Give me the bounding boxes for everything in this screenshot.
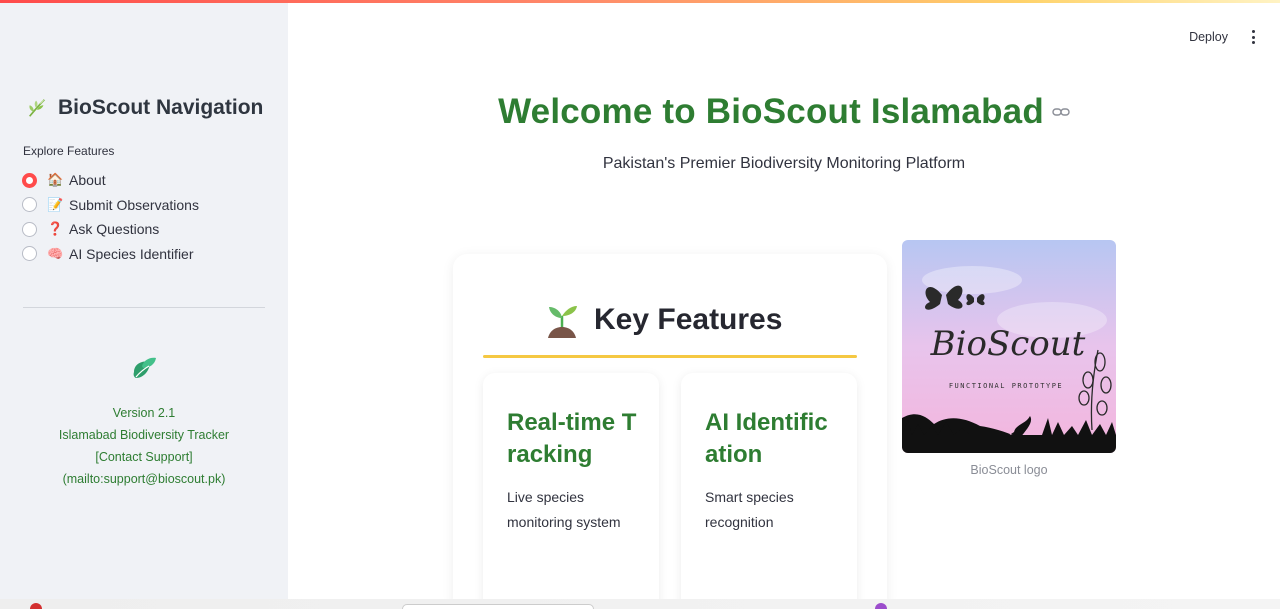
sidebar-header: BioScout Navigation bbox=[26, 96, 263, 120]
version-text: Version 2.1 bbox=[112, 406, 176, 420]
radio-button[interactable] bbox=[22, 197, 37, 213]
bottom-red-indicator bbox=[30, 603, 42, 609]
bottom-input-pill[interactable] bbox=[402, 604, 594, 609]
more-options-icon[interactable] bbox=[1246, 28, 1260, 46]
feature-radio-group: 🏠 About 📝 Submit Observations ❓ Ask Ques… bbox=[22, 168, 199, 266]
feature-card-realtime-tracking: Real-time Tracking Live species monitori… bbox=[483, 373, 659, 609]
explore-features-label: Explore Features bbox=[23, 144, 115, 158]
feature-title: AI Identification bbox=[705, 409, 828, 468]
tracker-text: Islamabad Biodiversity Tracker bbox=[58, 428, 230, 442]
nav-option-ai-species-identifier[interactable]: 🧠 AI Species Identifier bbox=[22, 242, 199, 267]
nav-option-label: Ask Questions bbox=[69, 221, 160, 238]
anchor-link-icon[interactable] bbox=[1052, 106, 1070, 118]
top-decoration-stripe bbox=[0, 0, 1280, 3]
logo-caption: BioScout logo bbox=[970, 463, 1048, 477]
sidebar: BioScout Navigation Explore Features 🏠 A… bbox=[0, 0, 288, 609]
page-title-container: Welcome to BioScout Islamabad bbox=[288, 92, 1280, 132]
memo-icon: 📝 bbox=[47, 196, 64, 212]
feature-description: Live species monitoring system bbox=[507, 489, 621, 530]
page-subtitle: Pakistan's Premier Biodiversity Monitori… bbox=[602, 155, 966, 172]
feature-title: Real-time Tracking bbox=[507, 409, 637, 468]
mailto-text: (mailto:support@bioscout.pk) bbox=[62, 472, 226, 486]
nav-option-label: Submit Observations bbox=[69, 196, 199, 213]
question-mark-icon: ❓ bbox=[47, 221, 64, 237]
nav-option-about[interactable]: 🏠 About bbox=[22, 168, 199, 193]
leaf-logo-icon bbox=[133, 357, 156, 378]
nav-option-ask-questions[interactable]: ❓ Ask Questions bbox=[22, 217, 199, 242]
bottom-purple-indicator bbox=[875, 603, 887, 609]
key-features-header: Key Features bbox=[544, 300, 782, 340]
feature-card-ai-identification: AI Identification Smart species recognit… bbox=[681, 373, 857, 609]
nav-option-submit-observations[interactable]: 📝 Submit Observations bbox=[22, 193, 199, 218]
page-title-text: Welcome to BioScout Islamabad bbox=[498, 92, 1044, 131]
radio-button[interactable] bbox=[22, 246, 37, 262]
bottom-edge-bar bbox=[0, 599, 1280, 609]
radio-button-selected[interactable] bbox=[22, 172, 37, 188]
logo-artwork: BioScout FUNCTIONAL PROTOTYPE bbox=[902, 240, 1116, 453]
radio-button[interactable] bbox=[22, 221, 37, 237]
top-toolbar: Deploy bbox=[1189, 28, 1260, 46]
nav-option-label: About bbox=[69, 172, 106, 189]
herb-icon bbox=[29, 99, 45, 117]
logo-tagline: FUNCTIONAL PROTOTYPE bbox=[949, 382, 1063, 390]
seedling-icon bbox=[548, 306, 577, 338]
logo-wordmark: BioScout bbox=[930, 324, 1086, 364]
page-title: Welcome to BioScout Islamabad bbox=[498, 92, 1070, 132]
house-icon: 🏠 bbox=[47, 172, 64, 188]
feature-description: Smart species recognition bbox=[705, 489, 794, 530]
key-features-underline bbox=[483, 355, 857, 358]
bioscout-logo-image: BioScout FUNCTIONAL PROTOTYPE bbox=[902, 240, 1116, 453]
sidebar-divider bbox=[23, 307, 265, 308]
nav-option-label: AI Species Identifier bbox=[69, 245, 194, 262]
brain-icon: 🧠 bbox=[47, 245, 64, 261]
app-info: Version 2.1 Islamabad Biodiversity Track… bbox=[0, 402, 288, 490]
deploy-button[interactable]: Deploy bbox=[1189, 30, 1228, 44]
key-features-title: Key Features bbox=[594, 303, 783, 336]
contact-support-link[interactable]: [Contact Support] bbox=[0, 446, 288, 468]
sidebar-title: BioScout Navigation bbox=[58, 96, 264, 119]
